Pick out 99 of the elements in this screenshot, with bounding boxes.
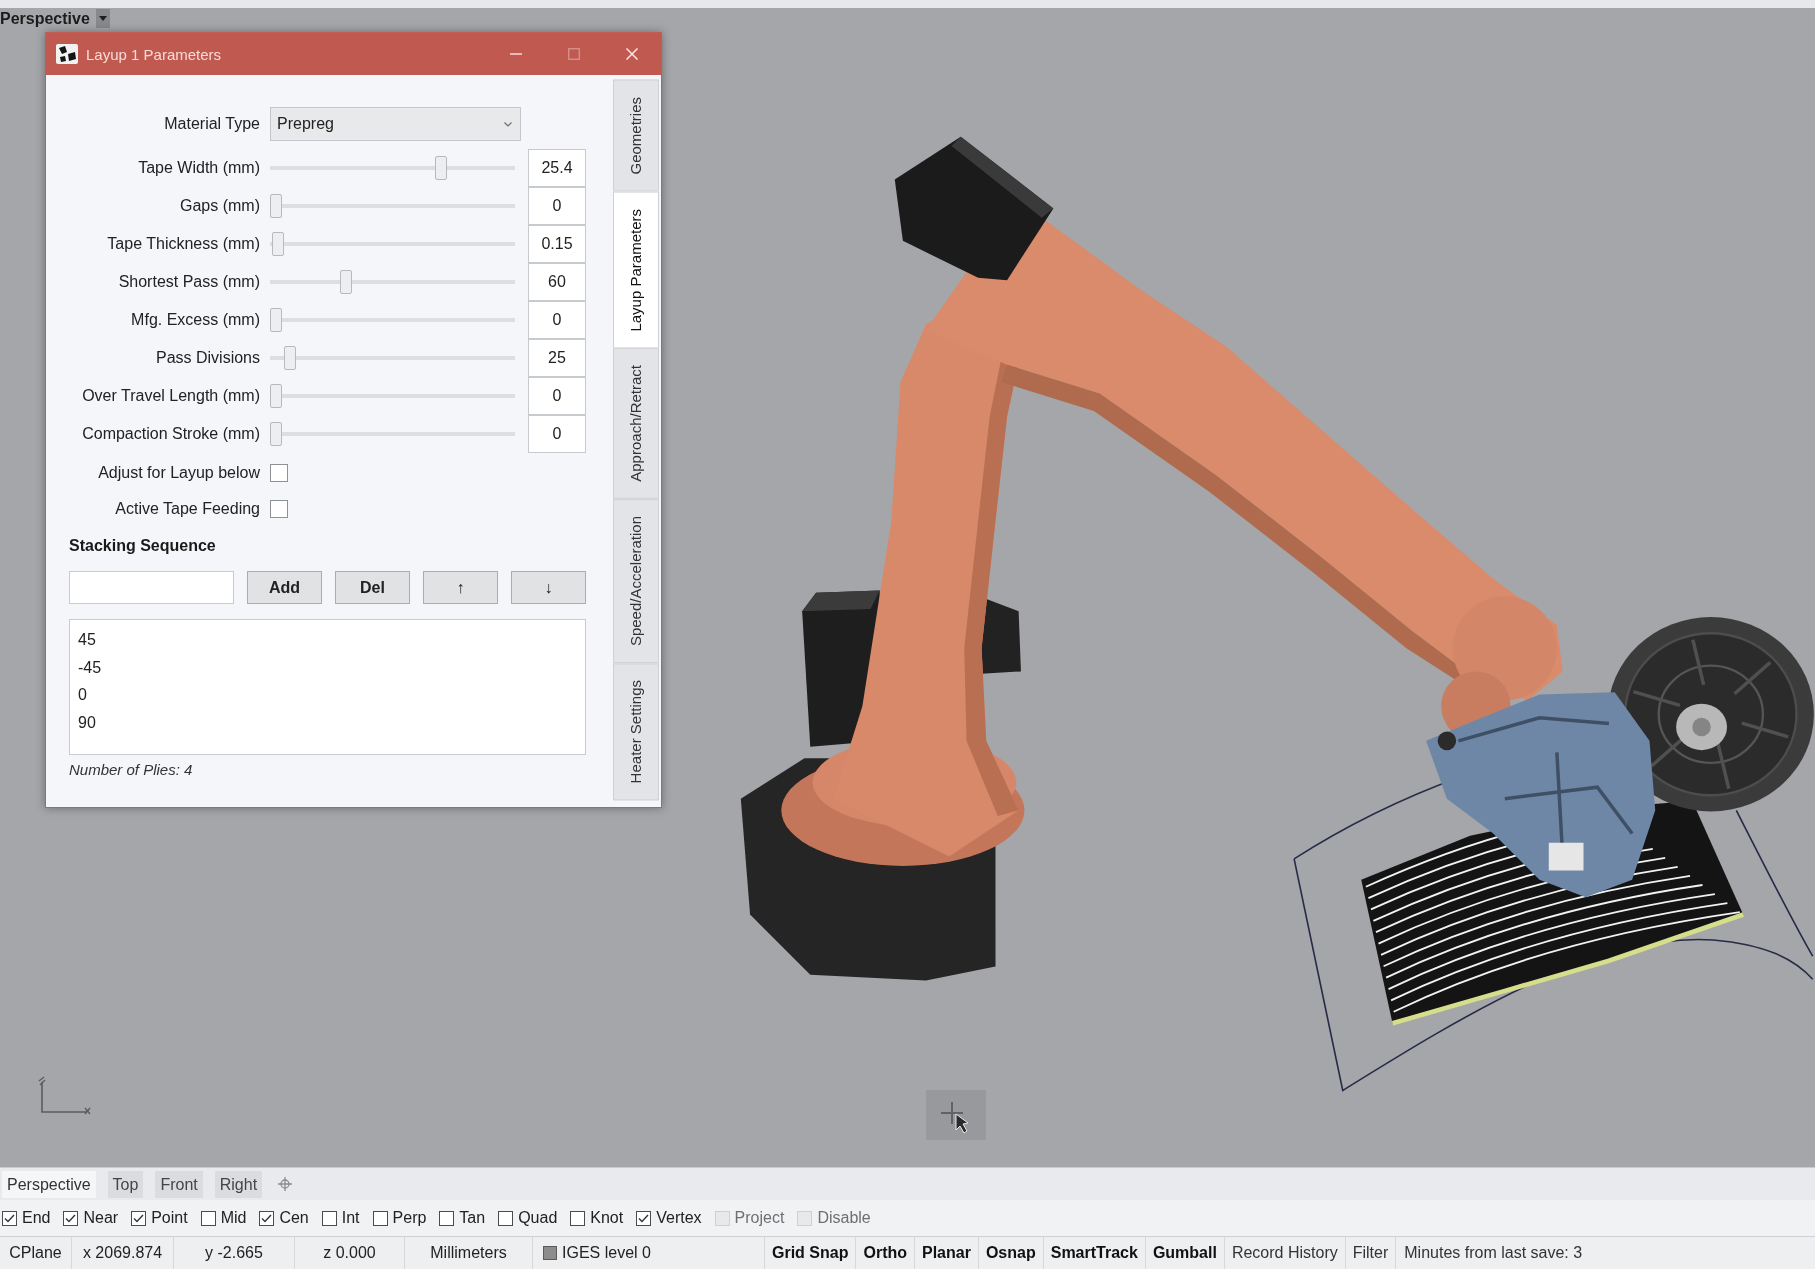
slider-thumb[interactable] (270, 308, 282, 332)
field-label: Material Type (163, 115, 260, 133)
side-tab[interactable]: Speed/Acceleration (613, 498, 659, 663)
sequence-button[interactable]: ↓ (511, 571, 586, 604)
layer-selector[interactable]: IGES level 0 (533, 1237, 765, 1269)
slider-thumb[interactable] (283, 346, 296, 370)
field-label: Over Travel Length (mm) (81, 387, 260, 405)
chevron-down-icon (504, 121, 512, 127)
side-tab[interactable]: Layup Parameters (613, 191, 659, 349)
cursor-icon (926, 1090, 986, 1140)
status-toggle[interactable]: Grid Snap (765, 1237, 857, 1269)
viewport-tab[interactable]: Top (107, 1170, 144, 1198)
material-type-dropdown[interactable]: Prepreg (270, 107, 521, 141)
checkbox[interactable] (270, 464, 288, 482)
checkbox[interactable] (636, 1210, 652, 1226)
checkbox[interactable] (439, 1210, 455, 1226)
list-item[interactable]: 0 (78, 681, 87, 709)
list-item[interactable]: 45 (78, 626, 96, 654)
sequence-button[interactable]: Del (335, 571, 410, 604)
checkbox[interactable] (2, 1210, 17, 1226)
caret-icon (98, 16, 107, 21)
checkbox-label: Near (83, 1209, 119, 1227)
viewport-tab[interactable]: Perspective (2, 1170, 96, 1198)
field-label: Compaction Stroke (mm) (81, 425, 260, 443)
status-field: Millimeters (405, 1237, 533, 1269)
checkbox[interactable] (200, 1210, 216, 1226)
status-info: Minutes from last save: 3 (1403, 1243, 1583, 1263)
status-toggle[interactable]: Filter (1345, 1237, 1397, 1269)
sequence-button[interactable]: ↑ (423, 571, 498, 604)
field-label: Tape Thickness (mm) (106, 235, 260, 253)
status-toggle[interactable]: Gumball (1145, 1237, 1225, 1269)
checkbox-label: Mid (220, 1209, 247, 1227)
ply-input-field[interactable] (69, 571, 234, 604)
field-label: Mfg. Excess (mm) (130, 311, 260, 329)
value-field[interactable]: 25 (528, 339, 586, 377)
status-toggle[interactable]: Record History (1224, 1237, 1346, 1269)
checkbox-label: Disable (817, 1209, 871, 1227)
checkbox-label: Perp (392, 1209, 427, 1227)
status-field: CPlane (0, 1237, 72, 1269)
field-label: Tape Width (mm) (137, 159, 260, 177)
value-field[interactable]: 0 (528, 301, 586, 339)
side-tab[interactable]: Heater Settings (613, 662, 659, 801)
status-toggle[interactable]: Ortho (856, 1237, 915, 1269)
list-item[interactable]: 90 (78, 708, 96, 736)
ply-count-text: Number of Plies: 4 (69, 761, 194, 778)
checkbox-label: Vertex (656, 1209, 702, 1227)
list-item[interactable]: -45 (78, 653, 102, 681)
value-field[interactable]: 0 (528, 377, 586, 415)
slider-thumb[interactable] (272, 232, 285, 256)
crosshair-icon[interactable] (278, 1177, 293, 1191)
status-toggle[interactable]: SmartTrack (1043, 1237, 1146, 1269)
checkbox-label: Active Tape Feeding (114, 500, 260, 518)
side-tab[interactable]: Geometries (613, 80, 659, 192)
checkbox[interactable] (270, 500, 288, 518)
checkbox[interactable] (63, 1210, 79, 1226)
slider-thumb[interactable] (339, 270, 352, 294)
maximize-icon (568, 48, 580, 60)
status-field: x 2069.874 (72, 1237, 174, 1269)
checkbox-label: Cen (279, 1209, 309, 1227)
side-tab[interactable]: Approach/Retract (613, 348, 659, 499)
checkbox-label: Point (151, 1209, 188, 1227)
checkbox-label: End (22, 1209, 51, 1227)
value-field[interactable]: 0 (528, 415, 586, 453)
viewport-title[interactable]: Perspective (0, 9, 90, 28)
field-label: Gaps (mm) (179, 197, 260, 215)
value-field[interactable]: 25.4 (528, 149, 586, 187)
slider-thumb[interactable] (270, 422, 282, 446)
checkbox[interactable] (321, 1210, 337, 1226)
status-field: z 0.000 (295, 1237, 405, 1269)
status-field: y -2.665 (174, 1237, 295, 1269)
window-title: Layup 1 Parameters (86, 45, 222, 63)
value-field[interactable]: 0 (528, 187, 586, 225)
sequence-button[interactable]: Add (247, 571, 322, 604)
checkbox-label: Adjust for Layup below (97, 464, 260, 482)
viewport-menu-button[interactable] (95, 9, 110, 28)
checkbox[interactable] (372, 1210, 388, 1226)
checkbox-label: Quad (518, 1209, 558, 1227)
field-label: Shortest Pass (mm) (117, 273, 260, 291)
slider-thumb[interactable] (270, 384, 282, 408)
close-icon (626, 48, 638, 60)
section-heading: Stacking Sequence (69, 536, 217, 556)
checkbox-label: Tan (459, 1209, 486, 1227)
checkbox-label: Project (734, 1209, 785, 1227)
status-toggle[interactable]: Planar (915, 1237, 979, 1269)
value-field[interactable]: 0.15 (528, 225, 586, 263)
viewport-tab[interactable]: Right (214, 1170, 263, 1198)
viewport-tab[interactable]: Front (155, 1170, 203, 1198)
checkbox[interactable] (259, 1210, 275, 1226)
checkbox[interactable] (498, 1210, 514, 1226)
checkbox-label: Int (341, 1209, 360, 1227)
checkbox-label: Knot (590, 1209, 624, 1227)
app-logo-icon (56, 44, 78, 64)
slider-thumb[interactable] (435, 156, 448, 180)
checkbox[interactable] (570, 1210, 586, 1226)
value-field[interactable]: 60 (528, 263, 586, 301)
status-toggle[interactable]: Osnap (978, 1237, 1044, 1269)
slider-thumb[interactable] (270, 194, 282, 218)
checkbox[interactable] (131, 1210, 147, 1226)
field-label: Pass Divisions (154, 349, 260, 367)
